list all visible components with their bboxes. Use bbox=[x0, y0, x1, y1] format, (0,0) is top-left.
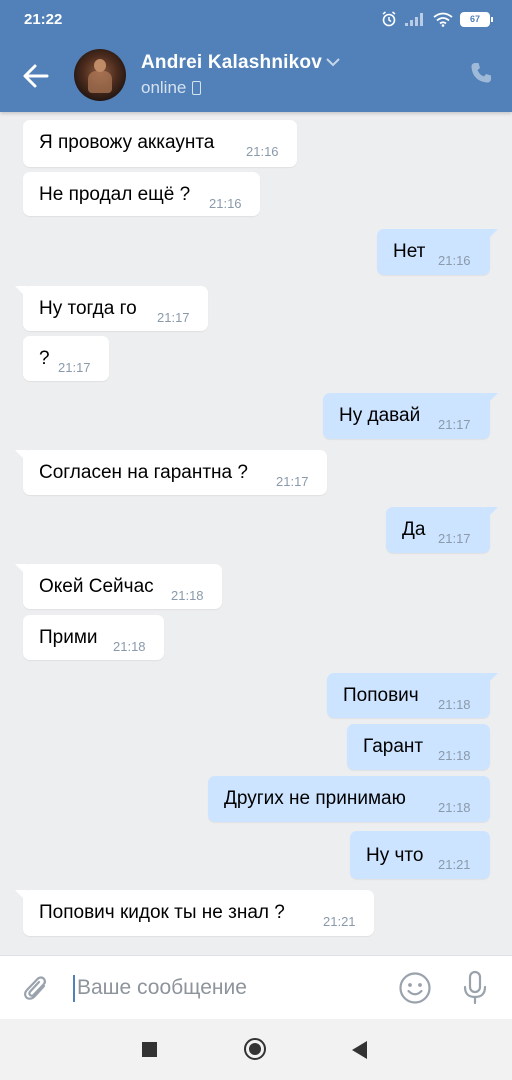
incoming-message[interactable]: Попович кидок ты не знал ? 21:21 bbox=[15, 890, 374, 936]
mobile-device-icon bbox=[192, 81, 202, 95]
incoming-message[interactable]: Я провожу аккаунта 21:16 bbox=[23, 120, 297, 167]
message-text: Нет bbox=[393, 241, 426, 262]
message-time: 21:17 bbox=[438, 417, 471, 432]
message-time: 21:18 bbox=[438, 697, 471, 712]
message-time: 21:18 bbox=[113, 639, 146, 654]
message-time: 21:16 bbox=[438, 253, 471, 268]
message-text: Я провожу аккаунта bbox=[39, 132, 215, 153]
phone-call-icon[interactable] bbox=[469, 61, 493, 85]
message-text: Согласен на гарантна ? bbox=[39, 462, 248, 483]
incoming-message[interactable]: Согласен на гарантна ? 21:17 bbox=[15, 450, 327, 495]
message-text: Да bbox=[402, 519, 426, 540]
message-time: 21:21 bbox=[323, 914, 356, 929]
message-text: Ну что bbox=[366, 845, 424, 866]
outgoing-message[interactable]: Гарант 21:18 bbox=[347, 724, 490, 770]
chat-header: Andrei Kalashnikov online bbox=[0, 40, 512, 112]
chevron-down-icon[interactable] bbox=[326, 57, 340, 67]
alarm-icon bbox=[382, 11, 396, 27]
outgoing-message[interactable]: Других не принимаю 21:18 bbox=[208, 776, 490, 822]
message-input[interactable] bbox=[77, 973, 377, 1003]
text-cursor bbox=[73, 975, 75, 1002]
nav-back-icon[interactable] bbox=[352, 1041, 367, 1059]
online-status-text: online bbox=[141, 78, 187, 97]
incoming-message[interactable]: Не продал ещё ? 21:16 bbox=[23, 172, 260, 216]
outgoing-message[interactable]: Попович 21:18 bbox=[327, 673, 498, 718]
outgoing-message[interactable]: Да 21:17 bbox=[386, 507, 498, 553]
message-text: Окей Сейчас bbox=[39, 576, 154, 597]
message-text: Других не принимаю bbox=[224, 788, 406, 809]
incoming-message[interactable]: Ну тогда го 21:17 bbox=[15, 286, 208, 331]
status-bar: 21:22 67 bbox=[0, 0, 512, 40]
back-arrow-icon[interactable] bbox=[22, 62, 50, 90]
avatar[interactable] bbox=[74, 49, 126, 101]
message-time: 21:18 bbox=[171, 588, 204, 603]
message-text: Попович кидок ты не знал ? bbox=[39, 902, 285, 923]
outgoing-message[interactable]: Ну давай 21:17 bbox=[323, 393, 498, 439]
message-text: ? bbox=[39, 348, 50, 369]
outgoing-message[interactable]: Нет 21:16 bbox=[377, 229, 498, 275]
message-time: 21:16 bbox=[246, 144, 279, 159]
message-text: Ну давай bbox=[339, 405, 421, 426]
home-icon[interactable] bbox=[244, 1038, 266, 1060]
message-composer bbox=[0, 955, 512, 1020]
message-text: Прими bbox=[39, 627, 98, 648]
microphone-icon[interactable] bbox=[460, 970, 490, 1006]
message-time: 21:17 bbox=[276, 474, 309, 489]
contact-name[interactable]: Andrei Kalashnikov bbox=[141, 52, 322, 74]
outgoing-message[interactable]: Ну что 21:21 bbox=[350, 831, 490, 879]
status-icons: 67 bbox=[381, 11, 493, 27]
message-time: 21:18 bbox=[438, 800, 471, 815]
recent-apps-icon[interactable] bbox=[142, 1042, 157, 1057]
message-text: Ну тогда го bbox=[39, 298, 137, 319]
wifi-icon bbox=[433, 12, 453, 27]
message-time: 21:17 bbox=[438, 531, 471, 546]
message-text: Не продал ещё ? bbox=[39, 184, 191, 205]
message-time: 21:16 bbox=[209, 196, 242, 211]
message-text: Гарант bbox=[363, 736, 424, 757]
incoming-message[interactable]: Прими 21:18 bbox=[23, 615, 164, 660]
battery-icon: 67 bbox=[460, 11, 493, 27]
incoming-message[interactable]: Окей Сейчас 21:18 bbox=[15, 564, 222, 609]
emoji-icon[interactable] bbox=[398, 971, 432, 1005]
message-time: 21:17 bbox=[58, 360, 91, 375]
system-nav-bar bbox=[0, 1019, 512, 1080]
contact-status: online bbox=[141, 78, 202, 98]
status-time: 21:22 bbox=[24, 11, 63, 28]
signal-icon bbox=[405, 12, 423, 26]
paperclip-icon[interactable] bbox=[22, 973, 50, 1003]
message-text: Попович bbox=[343, 685, 419, 706]
message-time: 21:18 bbox=[438, 748, 471, 763]
incoming-message[interactable]: ? 21:17 bbox=[23, 336, 109, 381]
message-time: 21:21 bbox=[438, 857, 471, 872]
message-time: 21:17 bbox=[157, 310, 190, 325]
